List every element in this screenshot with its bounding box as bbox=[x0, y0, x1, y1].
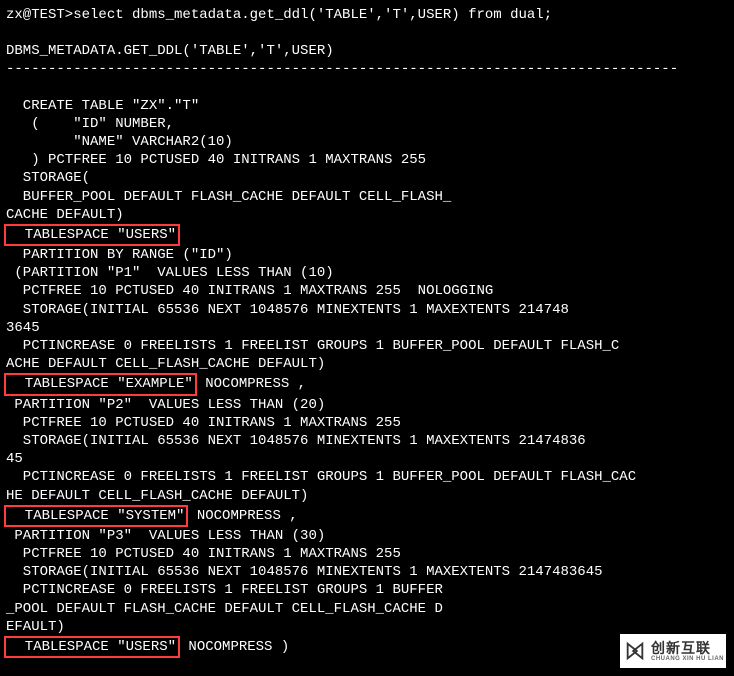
ddl-line: 45 bbox=[6, 450, 728, 468]
ddl-line: PARTITION "P2" VALUES LESS THAN (20) bbox=[6, 396, 728, 414]
ddl-line: (PARTITION "P1" VALUES LESS THAN (10) bbox=[6, 264, 728, 282]
ddl-line: "NAME" VARCHAR2(10) bbox=[6, 133, 728, 151]
ddl-line: ) PCTFREE 10 PCTUSED 40 INITRANS 1 MAXTR… bbox=[6, 151, 728, 169]
ddl-line: 3645 bbox=[6, 319, 728, 337]
ddl-tail: NOCOMPRESS ) bbox=[180, 639, 289, 655]
tablespace-users-2-highlight: TABLESPACE "USERS" bbox=[4, 636, 180, 658]
watermark-logo-icon bbox=[624, 640, 646, 662]
watermark-text-cn: 创新互联 bbox=[651, 641, 724, 655]
ddl-line: PCTINCREASE 0 FREELISTS 1 FREELIST GROUP… bbox=[6, 581, 728, 599]
tablespace-system-highlight: TABLESPACE "SYSTEM" bbox=[4, 505, 188, 527]
ddl-line: ACHE DEFAULT CELL_FLASH_CACHE DEFAULT) bbox=[6, 355, 728, 373]
ddl-line: ( "ID" NUMBER, bbox=[6, 115, 728, 133]
ddl-line: PCTINCREASE 0 FREELISTS 1 FREELIST GROUP… bbox=[6, 337, 728, 355]
column-header: DBMS_METADATA.GET_DDL('TABLE','T',USER) bbox=[6, 42, 728, 60]
ddl-line: PARTITION "P3" VALUES LESS THAN (30) bbox=[6, 527, 728, 545]
ddl-line: STORAGE(INITIAL 65536 NEXT 1048576 MINEX… bbox=[6, 301, 728, 319]
ddl-tail: NOCOMPRESS , bbox=[197, 376, 306, 392]
ddl-line: _POOL DEFAULT FLASH_CACHE DEFAULT CELL_F… bbox=[6, 600, 728, 618]
blank-line bbox=[6, 79, 728, 97]
sql-prompt-line[interactable]: zx@TEST>select dbms_metadata.get_ddl('TA… bbox=[6, 6, 728, 24]
ddl-tail: NOCOMPRESS , bbox=[188, 508, 297, 524]
ddl-line: PCTFREE 10 PCTUSED 40 INITRANS 1 MAXTRAN… bbox=[6, 414, 728, 432]
ddl-line: TABLESPACE "SYSTEM" NOCOMPRESS , bbox=[6, 505, 728, 527]
ddl-line: PARTITION BY RANGE ("ID") bbox=[6, 246, 728, 264]
ddl-line: CACHE DEFAULT) bbox=[6, 206, 728, 224]
ddl-line: STORAGE(INITIAL 65536 NEXT 1048576 MINEX… bbox=[6, 432, 728, 450]
ddl-line: TABLESPACE "USERS" bbox=[6, 224, 728, 246]
ddl-line: TABLESPACE "EXAMPLE" NOCOMPRESS , bbox=[6, 373, 728, 395]
tablespace-example-highlight: TABLESPACE "EXAMPLE" bbox=[4, 373, 197, 395]
ddl-line: STORAGE(INITIAL 65536 NEXT 1048576 MINEX… bbox=[6, 563, 728, 581]
ddl-line: PCTINCREASE 0 FREELISTS 1 FREELIST GROUP… bbox=[6, 468, 728, 486]
blank-line bbox=[6, 24, 728, 42]
ddl-line: STORAGE( bbox=[6, 169, 728, 187]
tablespace-users-1-highlight: TABLESPACE "USERS" bbox=[4, 224, 180, 246]
watermark-badge: 创新互联 CHUANG XIN HU LIAN bbox=[620, 634, 726, 668]
ddl-line: PCTFREE 10 PCTUSED 40 INITRANS 1 MAXTRAN… bbox=[6, 545, 728, 563]
ddl-line: BUFFER_POOL DEFAULT FLASH_CACHE DEFAULT … bbox=[6, 188, 728, 206]
ddl-line: CREATE TABLE "ZX"."T" bbox=[6, 97, 728, 115]
divider-dashes: ----------------------------------------… bbox=[6, 60, 728, 78]
ddl-line: HE DEFAULT CELL_FLASH_CACHE DEFAULT) bbox=[6, 487, 728, 505]
watermark-text-pinyin: CHUANG XIN HU LIAN bbox=[651, 656, 724, 662]
ddl-line: PCTFREE 10 PCTUSED 40 INITRANS 1 MAXTRAN… bbox=[6, 282, 728, 300]
